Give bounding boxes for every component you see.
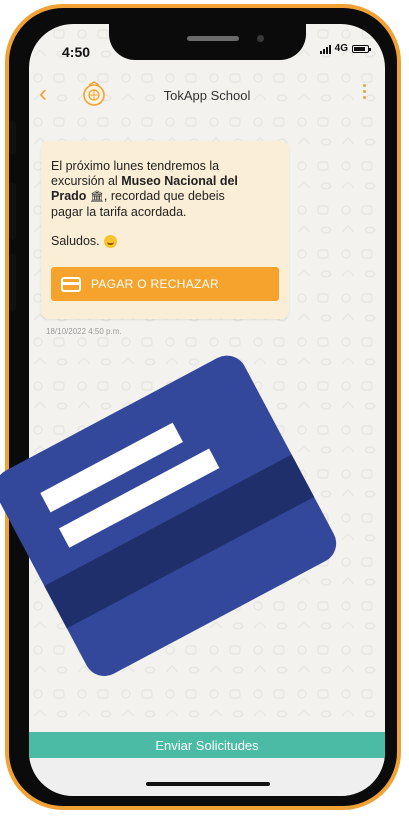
speaker-grille [187, 36, 239, 41]
front-camera [257, 35, 264, 42]
pay-button-label: PAGAR O RECHAZAR [91, 277, 219, 291]
network-label: 4G [334, 43, 348, 54]
volume-up-button [9, 183, 16, 240]
message-bubble: El próximo lunes tendremos la excursión … [41, 141, 289, 319]
message-line-2: excursión al [51, 174, 122, 188]
phone-notch [109, 24, 306, 60]
message-line-1: El próximo lunes tendremos la [51, 159, 220, 173]
status-time: 4:50 [62, 44, 91, 60]
home-area [29, 758, 385, 796]
phone-screen: 4:50 4G ‹ TokApp School El próximo lunes… [29, 24, 385, 796]
battery-icon [352, 44, 371, 53]
chat-title: TokApp School [163, 88, 251, 103]
volume-down-button [9, 254, 16, 311]
message-text: El próximo lunes tendremos la excursión … [51, 159, 281, 220]
mute-switch [9, 121, 16, 154]
send-requests-label: Enviar Solicitudes [155, 737, 259, 753]
museum-icon: 🏛 [89, 191, 104, 203]
credit-card-icon [61, 276, 81, 292]
museum-name: Museo Nacional del [121, 174, 238, 188]
greeting-line: Saludos. [51, 234, 117, 248]
message-timestamp: 18/10/2022 4:50 p.m. [46, 327, 122, 336]
museum-name-cont: Prado [51, 189, 87, 203]
greeting-text: Saludos. [51, 234, 100, 248]
signal-icon [319, 44, 331, 54]
chat-wallpaper-pattern [29, 24, 385, 796]
message-line-4: pagar la tarifa acordada. [51, 205, 187, 219]
status-icons: 4G [319, 43, 371, 54]
message-line-3: , recordad que debeis [103, 189, 225, 203]
send-requests-button[interactable]: Enviar Solicitudes [29, 732, 385, 758]
kebab-icon[interactable] [363, 84, 367, 102]
smile-emoji-icon [103, 234, 117, 248]
home-indicator[interactable] [146, 782, 270, 786]
pay-or-reject-button[interactable]: PAGAR O RECHAZAR [51, 267, 279, 301]
